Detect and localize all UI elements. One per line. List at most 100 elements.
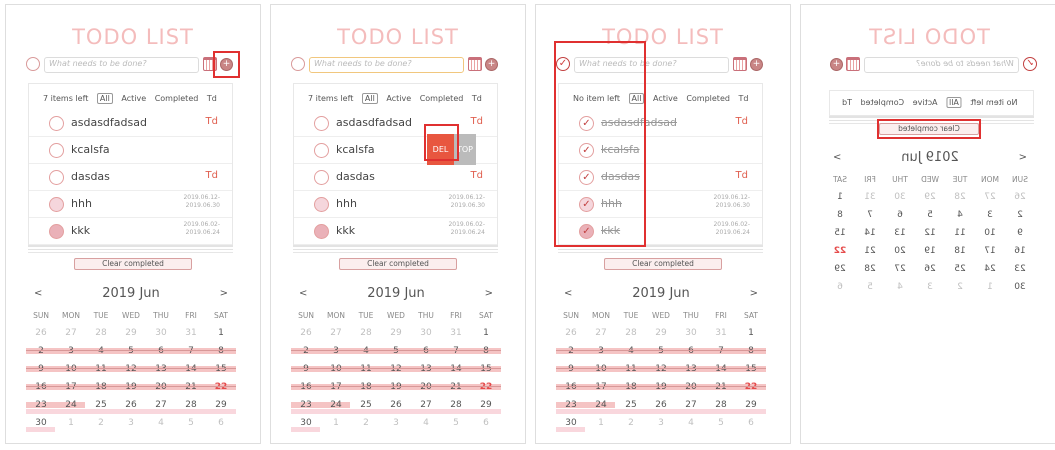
calendar-day[interactable]: 17 xyxy=(56,378,86,396)
calendar-day[interactable]: 3 xyxy=(321,342,351,360)
calendar-day[interactable]: 8 xyxy=(206,342,236,360)
calendar-day[interactable]: 12 xyxy=(915,224,945,242)
todo-item[interactable]: asdasdfadsad Td xyxy=(29,110,232,137)
filter-completed[interactable]: Completed xyxy=(155,94,199,103)
calendar-day[interactable]: 6 xyxy=(736,414,766,432)
clear-completed-button[interactable]: Clear completed xyxy=(604,258,722,270)
todo-item[interactable]: kcalsfa xyxy=(29,137,232,164)
calendar-day[interactable]: 28 xyxy=(706,396,736,414)
calendar-day[interactable]: 7 xyxy=(176,342,206,360)
check-circle-icon[interactable] xyxy=(314,143,329,158)
calendar-day[interactable]: 1 xyxy=(586,414,616,432)
calendar-day[interactable]: 2 xyxy=(616,414,646,432)
calendar-day[interactable]: 13 xyxy=(676,360,706,378)
next-month-button[interactable]: > xyxy=(750,283,758,305)
calendar-day[interactable]: 26 xyxy=(116,396,146,414)
calendar-day[interactable]: 28 xyxy=(616,324,646,342)
calendar-day[interactable]: 25 xyxy=(351,396,381,414)
calendar-day[interactable]: 30 xyxy=(676,324,706,342)
calendar-day[interactable]: 4 xyxy=(411,414,441,432)
calendar-day[interactable]: 17 xyxy=(321,378,351,396)
calendar-day[interactable]: 3 xyxy=(915,278,945,296)
calendar-day[interactable]: 15 xyxy=(825,224,855,242)
calendar-day[interactable]: 4 xyxy=(146,414,176,432)
calendar-day[interactable]: 6 xyxy=(676,342,706,360)
calendar-day[interactable]: 5 xyxy=(855,278,885,296)
calendar-day[interactable]: 11 xyxy=(945,224,975,242)
calendar-day[interactable]: 18 xyxy=(945,242,975,260)
prev-month-button[interactable]: < xyxy=(564,283,572,305)
todo-item[interactable]: hhh 2019.06.12- 2019.06.30 xyxy=(29,191,232,218)
calendar-day[interactable]: 22 xyxy=(471,378,501,396)
calendar-day[interactable]: 3 xyxy=(975,206,1005,224)
calendar-day[interactable]: 9 xyxy=(556,360,586,378)
calendar-day[interactable]: 21 xyxy=(855,242,885,260)
calendar-day[interactable]: 5 xyxy=(915,206,945,224)
calendar-day[interactable]: 15 xyxy=(736,360,766,378)
calendar-day[interactable]: 5 xyxy=(381,342,411,360)
calendar-day[interactable]: 25 xyxy=(616,396,646,414)
calendar-day[interactable]: 16 xyxy=(556,378,586,396)
check-circle-icon[interactable] xyxy=(314,197,329,212)
check-circle-icon[interactable] xyxy=(49,224,64,239)
calendar-day[interactable]: 19 xyxy=(915,242,945,260)
check-circle-icon[interactable] xyxy=(314,170,329,185)
calendar-day[interactable]: 31 xyxy=(441,324,471,342)
calendar-day[interactable]: 26 xyxy=(646,396,676,414)
calendar-day[interactable]: 31 xyxy=(855,188,885,206)
filter-td[interactable]: Td xyxy=(207,94,217,103)
calendar-day[interactable]: 13 xyxy=(885,224,915,242)
calendar-day[interactable]: 10 xyxy=(56,360,86,378)
clear-completed-button[interactable]: Clear completed xyxy=(339,258,457,270)
calendar-day[interactable]: 30 xyxy=(26,414,56,432)
todo-item[interactable]: hhh 2019.06.12- 2019.06.30 xyxy=(294,191,497,218)
todo-item[interactable]: dasdas Td xyxy=(29,164,232,191)
filter-td[interactable]: Td xyxy=(842,98,852,107)
calendar-day[interactable]: 6 xyxy=(885,206,915,224)
calendar-day[interactable]: 15 xyxy=(206,360,236,378)
calendar-day[interactable]: 29 xyxy=(915,188,945,206)
calendar-day[interactable]: 30 xyxy=(291,414,321,432)
calendar-day[interactable]: 7 xyxy=(706,342,736,360)
calendar-day[interactable]: 18 xyxy=(616,378,646,396)
calendar-day[interactable]: 21 xyxy=(441,378,471,396)
next-month-button[interactable]: > xyxy=(485,283,493,305)
calendar-day[interactable]: 30 xyxy=(885,188,915,206)
calendar-day[interactable]: 19 xyxy=(381,378,411,396)
calendar-day[interactable]: 22 xyxy=(736,378,766,396)
calendar-day[interactable]: 26 xyxy=(1005,188,1035,206)
calendar-day[interactable]: 30 xyxy=(146,324,176,342)
calendar-day[interactable]: 3 xyxy=(586,342,616,360)
calendar-day[interactable]: 3 xyxy=(646,414,676,432)
filter-td[interactable]: Td xyxy=(739,94,749,103)
calendar-day[interactable]: 1 xyxy=(206,324,236,342)
calendar-day[interactable]: 11 xyxy=(351,360,381,378)
calendar-day[interactable]: 21 xyxy=(706,378,736,396)
calendar-day[interactable]: 4 xyxy=(351,342,381,360)
filter-active[interactable]: Active xyxy=(913,98,938,107)
calendar-day[interactable]: 7 xyxy=(855,206,885,224)
calendar-day[interactable]: 21 xyxy=(176,378,206,396)
calendar-day[interactable]: 17 xyxy=(586,378,616,396)
calendar-day[interactable]: 1 xyxy=(56,414,86,432)
calendar-day[interactable]: 10 xyxy=(975,224,1005,242)
calendar-day[interactable]: 8 xyxy=(825,206,855,224)
calendar-day[interactable]: 25 xyxy=(86,396,116,414)
calendar-day[interactable]: 2 xyxy=(1005,206,1035,224)
filter-active[interactable]: Active xyxy=(121,94,146,103)
calendar-day[interactable]: 29 xyxy=(206,396,236,414)
calendar-day[interactable]: 14 xyxy=(706,360,736,378)
calendar-day[interactable]: 6 xyxy=(411,342,441,360)
calendar-day[interactable]: 5 xyxy=(706,414,736,432)
calendar-day[interactable]: 23 xyxy=(26,396,56,414)
calendar-day[interactable]: 17 xyxy=(975,242,1005,260)
calendar-day[interactable]: 8 xyxy=(471,342,501,360)
calendar-day[interactable]: 14 xyxy=(855,224,885,242)
calendar-day[interactable]: 20 xyxy=(411,378,441,396)
calendar-day[interactable]: 26 xyxy=(26,324,56,342)
calendar-day[interactable]: 29 xyxy=(646,324,676,342)
calendar-day[interactable]: 26 xyxy=(915,260,945,278)
filter-all[interactable]: All xyxy=(96,93,113,104)
calendar-day[interactable]: 5 xyxy=(441,414,471,432)
calendar-day[interactable]: 12 xyxy=(116,360,146,378)
